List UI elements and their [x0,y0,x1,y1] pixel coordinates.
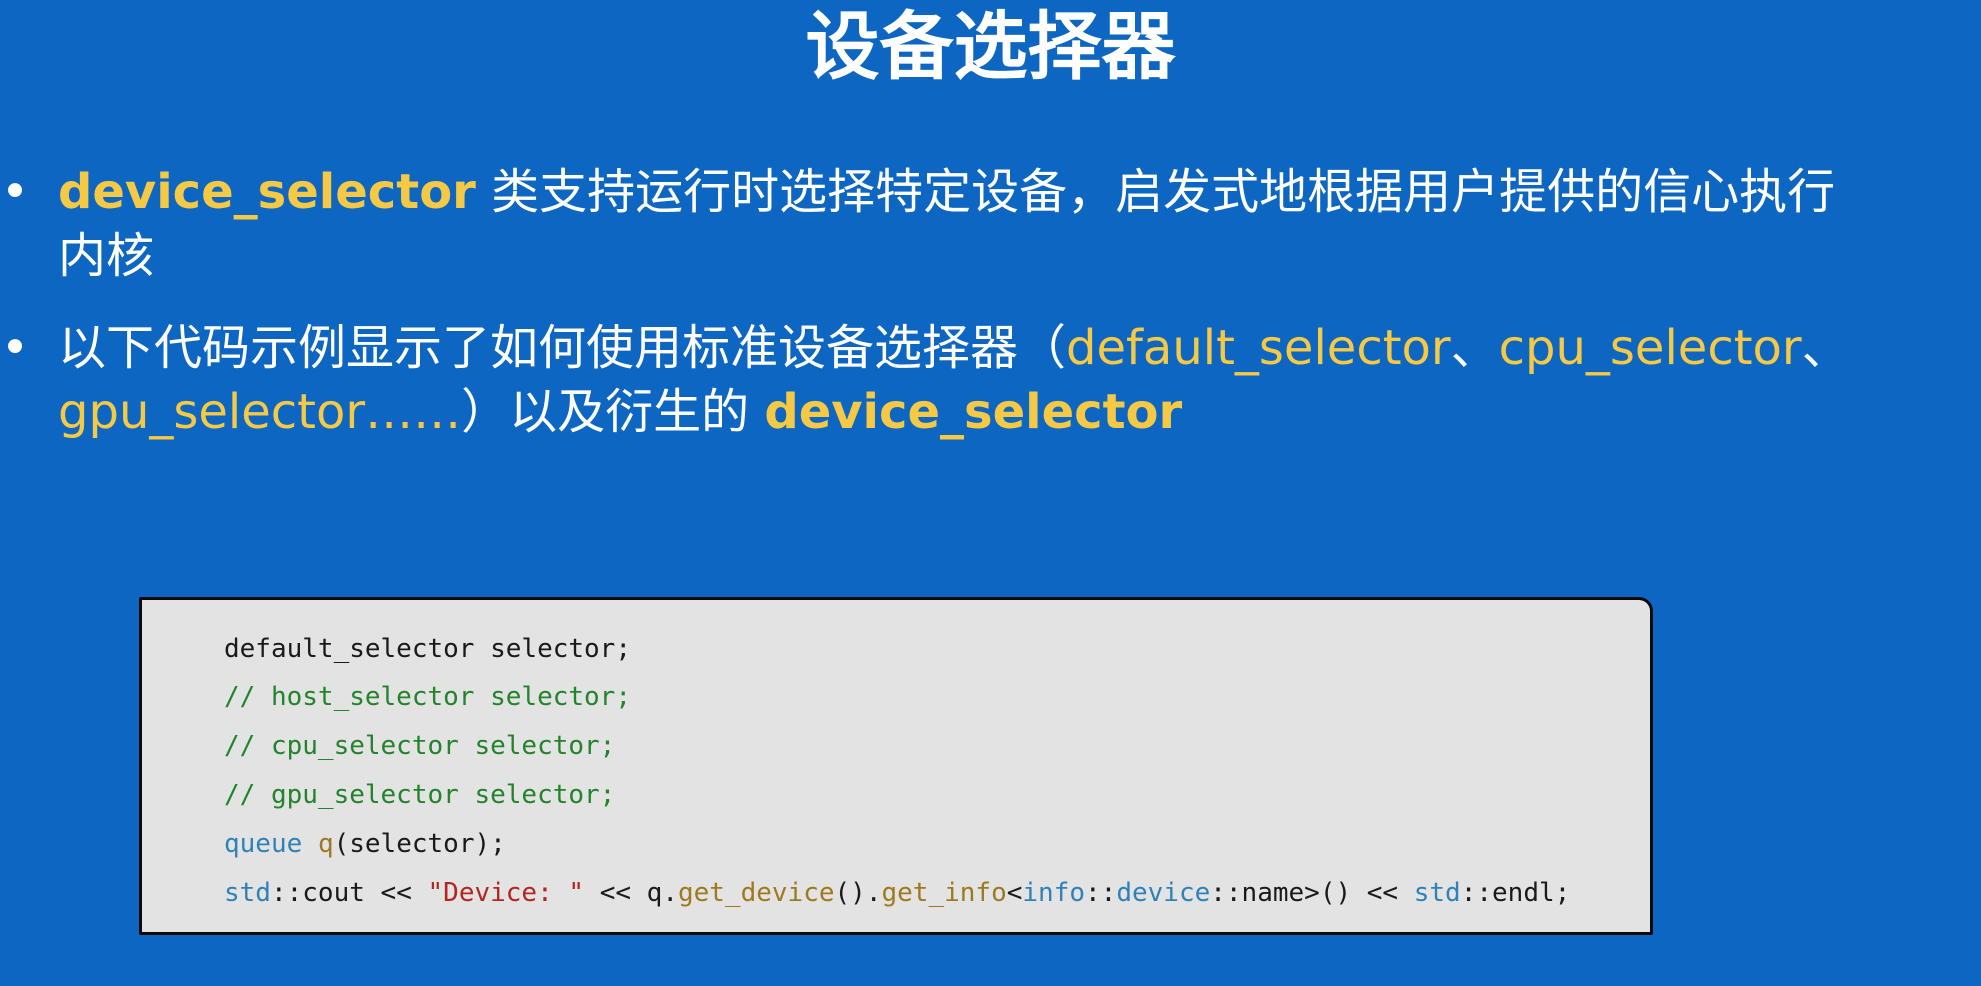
separator: 、 [1801,320,1850,376]
code-text: < [1006,878,1023,908]
bullet-marker: • [0,320,30,376]
code-line: std::cout << "Device: " << q.get_device(… [224,876,1570,910]
code-text: :: [1085,878,1117,908]
keyword-device-selector: device_selector [764,384,1183,440]
code-namespace: info [1022,878,1086,908]
bullet-marker: • [0,164,30,220]
code-args: (selector); [333,829,506,859]
keyword-gpu-selector: gpu_selector…… [58,384,462,440]
code-line: default_selector selector; [224,634,631,664]
bullet-text: 类支持运行时选择特定设备，启发式地根据用户提供的信心执行 [475,164,1836,220]
bullet-line-continued: 内核 [58,228,155,284]
bullet-line: device_selector 类支持运行时选择特定设备，启发式地根据用户提供的… [58,160,1835,224]
code-namespace: std [1413,878,1461,908]
keyword-cpu-selector: cpu_selector [1498,320,1802,376]
bullet-line-continued: gpu_selector……）以及衍生的 device_selector [58,380,1182,444]
keyword-default-selector: default_selector [1066,320,1451,376]
code-type: queue [224,829,303,859]
code-function: get_info [881,878,1007,908]
code-comment: // cpu_selector selector; [224,731,616,761]
bullet-text: 以下代码示例显示了如何使用标准设备选择器（ [58,320,1067,376]
code-text: ::endl; [1460,878,1571,908]
code-function: get_device [677,878,835,908]
code-block: default_selector selector; // host_selec… [139,597,1653,935]
bullet-text: ）以及衍生的 [461,384,765,440]
code-line: queue q(selector); [224,827,506,861]
slide-title: 设备选择器 [805,4,1176,90]
code-comment: // gpu_selector selector; [224,780,616,810]
separator: 、 [1450,320,1499,376]
code-identifier: q [317,829,334,859]
code-namespace: device [1116,878,1211,908]
code-comment: // host_selector selector; [224,682,631,712]
code-text: (). [834,878,882,908]
code-string: "Device: " [427,878,585,908]
code-namespace: std [224,878,271,908]
code-text: ::name>() << [1210,878,1414,908]
bullet-line: 以下代码示例显示了如何使用标准设备选择器（default_selector、cp… [58,316,1850,380]
keyword-device-selector: device_selector [58,164,476,220]
code-text: << q. [584,878,678,908]
code-text: ::cout << [270,878,428,908]
